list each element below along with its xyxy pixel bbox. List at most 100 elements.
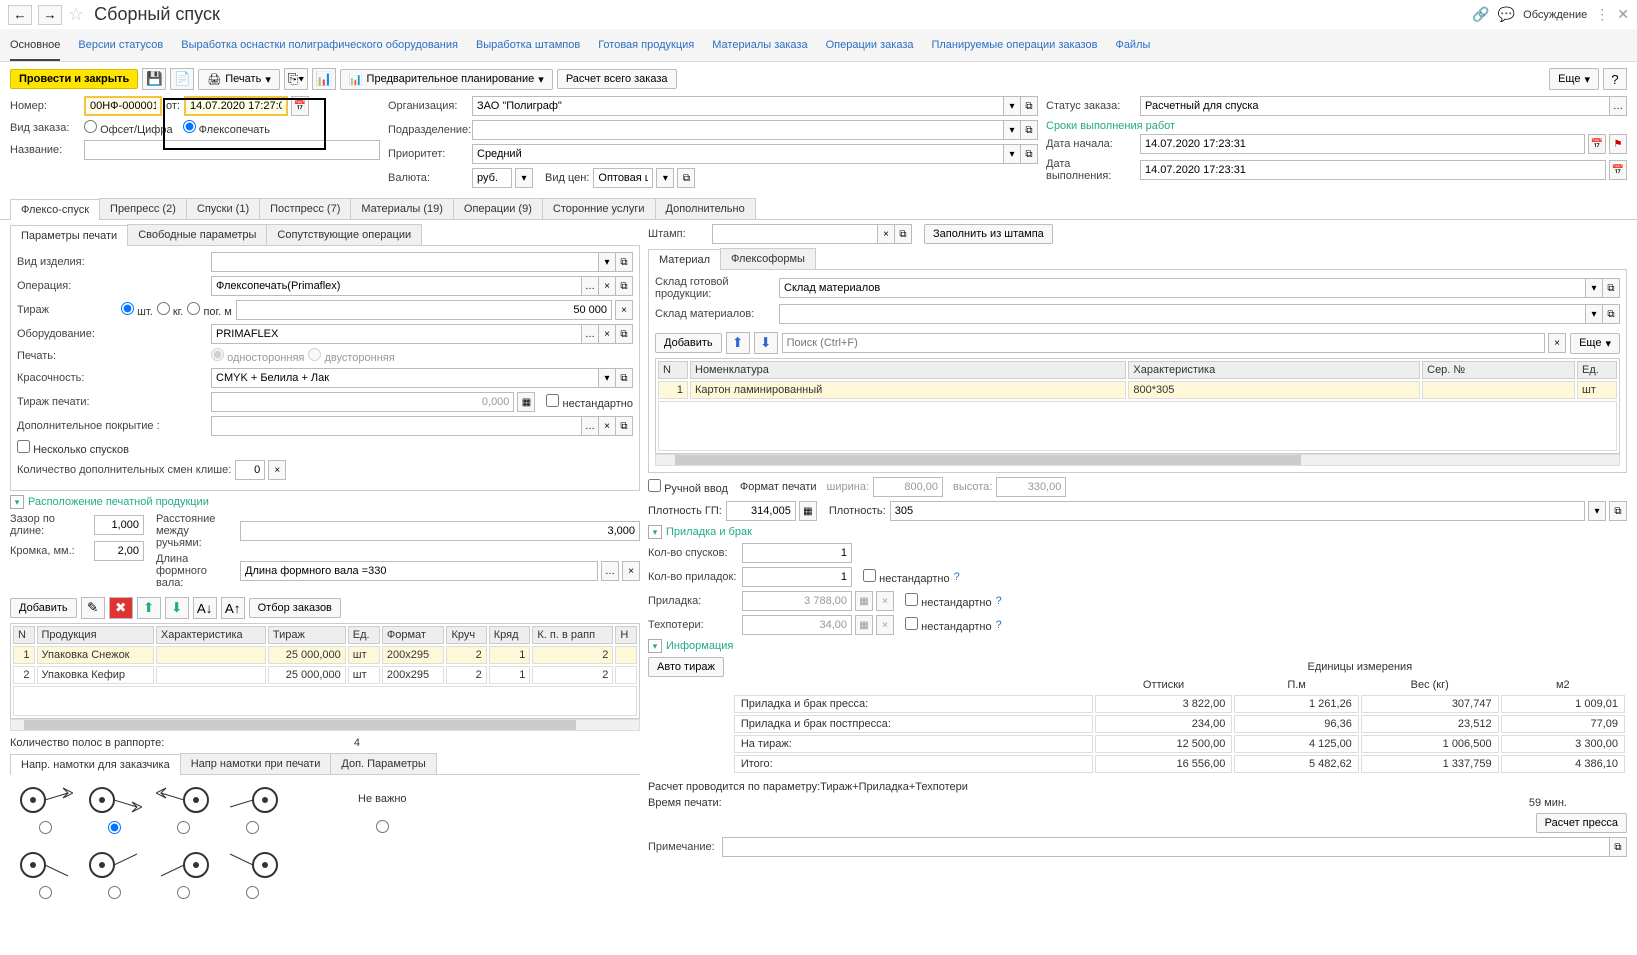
table-row[interactable]: 1 Упаковка Снежок 25 000,000 шт 200x295 …	[13, 646, 637, 664]
dropdown-icon[interactable]: ▾	[598, 368, 616, 388]
wind-customer-tab[interactable]: Напр. намотки для заказчика	[10, 754, 181, 775]
move-down-icon[interactable]: ⬇	[754, 332, 778, 354]
subtab-materials[interactable]: Материалы (19)	[350, 198, 454, 219]
dropdown-icon[interactable]: ▾	[1003, 96, 1021, 116]
priladka-header[interactable]: Приладка и брак	[666, 526, 752, 538]
subtab-postpress[interactable]: Постпресс (7)	[259, 198, 351, 219]
status-input[interactable]	[1140, 96, 1610, 116]
kromka-input[interactable]	[94, 541, 144, 561]
discuss-icon[interactable]: 💬	[1498, 6, 1515, 23]
calc-icon[interactable]: ▦	[799, 501, 817, 521]
wind-radio-2[interactable]	[108, 821, 121, 834]
favorite-star-icon[interactable]: ☆	[68, 4, 84, 25]
subtab-flexo[interactable]: Флексо-спуск	[10, 199, 100, 220]
link-icon[interactable]: 🔗	[1472, 6, 1489, 23]
open-icon[interactable]: ⧉	[1020, 120, 1038, 140]
post-and-close-button[interactable]: Провести и закрыть	[10, 69, 138, 89]
table-scrollbar[interactable]	[10, 719, 640, 731]
help-icon[interactable]: ?	[996, 619, 1002, 631]
wind-radio-6[interactable]	[108, 886, 121, 899]
wind-radio-7[interactable]	[177, 886, 190, 899]
tab-order-operations[interactable]: Операции заказа	[826, 35, 914, 61]
chevron-down-icon[interactable]: ▾	[10, 495, 24, 509]
nonstandard-check[interactable]: нестандартно	[905, 617, 992, 633]
open-icon[interactable]: ⧉	[677, 168, 695, 188]
kg-radio[interactable]: кг.	[157, 302, 184, 318]
roller-len-input[interactable]	[240, 561, 598, 581]
table-row[interactable]: 2 Упаковка Кефир 25 000,000 шт 200x295 2…	[13, 666, 637, 684]
open-icon[interactable]: ⧉	[1020, 144, 1038, 164]
wind-extra-tab[interactable]: Доп. Параметры	[330, 753, 436, 774]
open-icon[interactable]: ⧉	[615, 276, 633, 296]
help-icon[interactable]: ?	[954, 571, 960, 583]
clear-icon[interactable]: ×	[615, 300, 633, 320]
print-params-tab[interactable]: Параметры печати	[10, 225, 128, 246]
calendar-icon[interactable]: 📅	[1588, 134, 1606, 154]
ellipsis-icon[interactable]: …	[581, 276, 599, 296]
more-button[interactable]: Еще ▾	[1549, 68, 1599, 90]
offset-radio[interactable]: Офсет/Цифра	[84, 120, 173, 136]
gap-input[interactable]	[94, 515, 144, 535]
wind-radio-1[interactable]	[39, 821, 52, 834]
move-down-icon[interactable]: ⬇	[165, 597, 189, 619]
wind-radio-5[interactable]	[39, 886, 52, 899]
dropdown-icon[interactable]: ▾	[1588, 501, 1606, 521]
auto-tirazh-button[interactable]: Авто тираж	[648, 657, 724, 677]
coating-input[interactable]	[211, 416, 582, 436]
clear-icon[interactable]: ×	[1548, 333, 1566, 353]
calc-press-button[interactable]: Расчет пресса	[1536, 813, 1627, 833]
wind-print-tab[interactable]: Напр намотки при печати	[180, 753, 332, 774]
spusk-count-input[interactable]	[742, 543, 852, 563]
flexoforms-tab[interactable]: Флексоформы	[720, 248, 816, 269]
create-based-icon[interactable]: ⎘▾	[284, 68, 308, 90]
edit-icon[interactable]: ✎	[81, 597, 105, 619]
add-row-button[interactable]: Добавить	[10, 598, 77, 618]
wind-radio-8[interactable]	[246, 886, 259, 899]
open-icon[interactable]: ⧉	[615, 324, 633, 344]
dropdown-icon[interactable]: ▾	[598, 252, 616, 272]
related-ops-tab[interactable]: Сопутствующие операции	[266, 224, 422, 245]
ellipsis-icon[interactable]: …	[581, 324, 599, 344]
tab-status-versions[interactable]: Версии статусов	[78, 35, 163, 61]
gp-store-input[interactable]	[779, 278, 1586, 298]
layout-header[interactable]: Расположение печатной продукции	[28, 496, 209, 508]
clear-icon[interactable]: ×	[598, 324, 616, 344]
equipment-input[interactable]	[211, 324, 582, 344]
more-materials-button[interactable]: Еще ▾	[1570, 333, 1620, 354]
tab-finished-goods[interactable]: Готовая продукция	[598, 35, 694, 61]
move-up-icon[interactable]: ⬆	[137, 597, 161, 619]
many-spusk-check[interactable]: Несколько спусков	[17, 440, 129, 456]
report-icon[interactable]: 📊	[312, 68, 336, 90]
nonstandard-check[interactable]: нестандартно	[863, 569, 950, 585]
subtab-external[interactable]: Сторонние услуги	[542, 198, 656, 219]
start-date-input[interactable]	[1140, 134, 1585, 154]
tab-stamps-output[interactable]: Выработка штампов	[476, 35, 580, 61]
add-material-button[interactable]: Добавить	[655, 333, 722, 353]
calendar-icon[interactable]: 📅	[1609, 160, 1627, 180]
open-icon[interactable]: ⧉	[894, 224, 912, 244]
org-input[interactable]	[472, 96, 1004, 116]
price-type-input[interactable]	[593, 168, 653, 188]
density-input[interactable]	[890, 501, 1585, 521]
tab-files[interactable]: Файлы	[1115, 35, 1150, 61]
wind-radio-4[interactable]	[246, 821, 259, 834]
preplanning-button[interactable]: 📊 Предварительное планирование ▾	[340, 69, 553, 90]
product-type-input[interactable]	[211, 252, 599, 272]
tab-order-materials[interactable]: Материалы заказа	[712, 35, 807, 61]
post-icon[interactable]: 📄	[170, 68, 194, 90]
open-icon[interactable]: ⧉	[1020, 96, 1038, 116]
dropdown-icon[interactable]: ▾	[1585, 278, 1603, 298]
number-input[interactable]	[84, 96, 162, 116]
color-input[interactable]	[211, 368, 599, 388]
open-icon[interactable]: ⧉	[615, 416, 633, 436]
nonstandard-check[interactable]: нестандартно	[905, 593, 992, 609]
ellipsis-icon[interactable]: …	[581, 416, 599, 436]
streams-input[interactable]	[240, 521, 640, 541]
close-icon[interactable]: ✕	[1617, 6, 1629, 23]
kebab-menu-icon[interactable]: ⋮	[1595, 6, 1609, 23]
open-icon[interactable]: ⧉	[1609, 501, 1627, 521]
help-icon[interactable]: ?	[1603, 68, 1627, 90]
mat-store-input[interactable]	[779, 304, 1586, 324]
delete-icon[interactable]: ✖	[109, 597, 133, 619]
pogm-radio[interactable]: пог. м	[187, 302, 231, 318]
